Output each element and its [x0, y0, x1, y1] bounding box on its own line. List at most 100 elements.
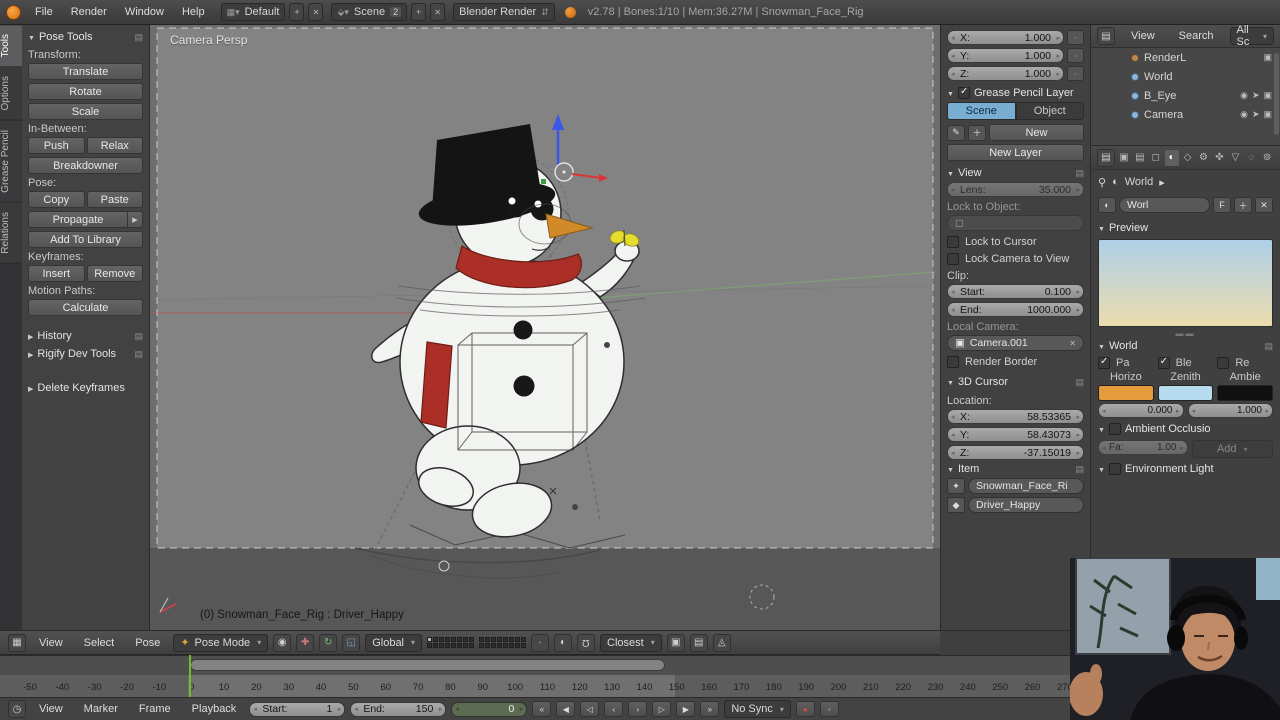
grease-pencil-panel-header[interactable]: Grease Pencil Layer — [947, 84, 1084, 102]
add-to-library-button[interactable]: Add To Library — [28, 231, 143, 248]
extra-viewport-button[interactable] — [713, 634, 731, 652]
panel-menu-icon[interactable] — [1075, 377, 1084, 388]
layer-toggle[interactable] — [445, 637, 450, 642]
snap-element-selector[interactable]: Closest — [600, 634, 662, 652]
play-reverse-button[interactable] — [580, 701, 599, 717]
view-panel-header[interactable]: View — [947, 164, 1084, 182]
snap-toggle-button[interactable] — [577, 634, 595, 652]
object-name-field[interactable]: Snowman_Face_Ri — [968, 478, 1084, 494]
translate-button[interactable]: Translate — [28, 63, 143, 80]
clear-camera-icon[interactable]: ✕ — [1069, 339, 1076, 348]
render-engine-selector[interactable]: Blender Render ⇵ — [453, 3, 555, 21]
panel-menu-icon[interactable] — [134, 349, 143, 360]
scene-selector[interactable]: ⬙▾ Scene 2 — [331, 3, 407, 21]
timeline-playback-menu[interactable]: Playback — [184, 698, 245, 720]
insert-keyframe-button[interactable]: Insert — [28, 265, 85, 282]
layer-toggle[interactable] — [469, 643, 474, 648]
scale-manipulator-button[interactable] — [342, 634, 360, 652]
zenith-color-swatch[interactable] — [1158, 385, 1214, 401]
layer-toggle[interactable] — [515, 643, 520, 648]
push-button[interactable]: Push — [28, 137, 85, 154]
timeline-scrollbar[interactable] — [190, 659, 665, 671]
hide-icon[interactable]: ◉ — [1240, 109, 1248, 120]
menu-file[interactable]: File — [27, 0, 61, 24]
translate-manipulator-button[interactable] — [296, 634, 314, 652]
context-material-icon[interactable]: ◌ — [1244, 150, 1258, 166]
fake-user-button[interactable]: F — [1213, 197, 1231, 213]
add-world-button[interactable]: ＋ — [1234, 197, 1252, 213]
cursor-y-field[interactable]: Y: 58.43073 — [947, 427, 1084, 442]
scale-x-field[interactable]: X: 1.000 — [947, 30, 1064, 45]
horizon-color-swatch[interactable] — [1098, 385, 1154, 401]
lens-field[interactable]: Lens: 35.000 — [947, 182, 1084, 197]
scene-users-count[interactable]: 2 — [390, 7, 401, 17]
blend-sky-checkbox[interactable] — [1158, 357, 1170, 369]
context-render-icon[interactable]: ▣ — [1117, 150, 1131, 166]
auto-keyframe-button[interactable] — [796, 701, 815, 717]
restrict-render-icon[interactable]: ▣ — [1263, 52, 1272, 63]
layer-toggle[interactable] — [521, 637, 526, 642]
world-name-field[interactable]: Worl — [1119, 197, 1210, 213]
propagate-options-button[interactable]: ▶ — [128, 211, 143, 228]
propagate-button[interactable]: Propagate — [28, 211, 128, 228]
add-scene-button[interactable] — [411, 3, 426, 21]
panel-menu-icon[interactable] — [1264, 341, 1273, 352]
delete-keyframes-panel-header[interactable]: Delete Keyframes — [28, 379, 143, 397]
cursor-panel-header[interactable]: 3D Cursor — [947, 373, 1084, 391]
menu-window[interactable]: Window — [117, 0, 172, 24]
tab-tools[interactable]: Tools — [0, 25, 22, 67]
panel-menu-icon[interactable] — [134, 331, 143, 342]
layer-toggle[interactable] — [451, 643, 456, 648]
layer-toggle[interactable] — [469, 637, 474, 642]
layer-toggle[interactable] — [497, 643, 502, 648]
real-sky-checkbox[interactable] — [1217, 357, 1229, 369]
panel-menu-icon[interactable] — [134, 32, 143, 43]
layer-toggle[interactable] — [485, 643, 490, 648]
layer-toggle[interactable] — [521, 643, 526, 648]
range-field[interactable]: 1.000 — [1188, 403, 1274, 418]
rotate-button[interactable]: Rotate — [28, 83, 143, 100]
grease-scene-tab[interactable]: Scene — [947, 102, 1016, 120]
sync-mode-selector[interactable]: No Sync — [724, 700, 791, 718]
editor-type-button[interactable] — [8, 634, 26, 652]
close-scene-button[interactable] — [430, 3, 445, 21]
layer-toggle[interactable] — [479, 643, 484, 648]
item-panel-header[interactable]: Item — [947, 460, 1084, 478]
orientation-selector[interactable]: Global — [365, 634, 422, 652]
tab-grease-pencil[interactable]: Grease Pencil — [0, 121, 22, 203]
tab-options[interactable]: Options — [0, 67, 22, 120]
hide-icon[interactable]: ◉ — [1240, 90, 1248, 101]
draw-pencil-icon[interactable]: ✎ — [947, 125, 965, 141]
next-frame-button[interactable] — [628, 701, 647, 717]
keying-set-button[interactable] — [820, 701, 839, 717]
jump-to-end-button[interactable] — [700, 701, 719, 717]
paste-pose-button[interactable]: Paste — [87, 191, 144, 208]
ambient-color-swatch[interactable] — [1217, 385, 1273, 401]
lock-camera-checkbox[interactable] — [947, 253, 959, 265]
layer-toggle[interactable] — [491, 637, 496, 642]
rigify-panel-header[interactable]: Rigify Dev Tools — [28, 345, 143, 363]
layer-toggle[interactable] — [445, 643, 450, 648]
layer-toggle[interactable] — [497, 637, 502, 642]
prev-frame-button[interactable] — [604, 701, 623, 717]
preview-panel-header[interactable]: Preview — [1098, 219, 1273, 237]
pivot-point-button[interactable] — [273, 634, 291, 652]
close-layout-button[interactable] — [308, 3, 323, 21]
viewport-3d[interactable]: Camera Persp (0) Snowman_Face_Rig : Driv… — [150, 25, 940, 630]
lock-object-field[interactable]: ◻ — [947, 215, 1084, 231]
view-menu[interactable]: View — [31, 631, 71, 654]
panel-menu-icon[interactable] — [1075, 168, 1084, 179]
screen-layout-selector[interactable]: ▦▾ Default — [221, 3, 286, 21]
breakdowner-button[interactable]: Breakdowner — [28, 157, 143, 174]
select-menu[interactable]: Select — [76, 631, 123, 654]
jump-to-start-button[interactable] — [532, 701, 551, 717]
play-button[interactable] — [652, 701, 671, 717]
context-constraints-icon[interactable]: ⚙ — [1197, 150, 1211, 166]
layer-toggle[interactable] — [491, 643, 496, 648]
context-object-icon[interactable]: ◇ — [1181, 150, 1195, 166]
outliner-view-menu[interactable]: View — [1123, 25, 1163, 47]
timeline-frame-menu[interactable]: Frame — [131, 698, 179, 720]
exposure-field[interactable]: 0.000 — [1098, 403, 1184, 418]
layer-toggle[interactable] — [433, 637, 438, 642]
layer-toggle[interactable] — [515, 637, 520, 642]
